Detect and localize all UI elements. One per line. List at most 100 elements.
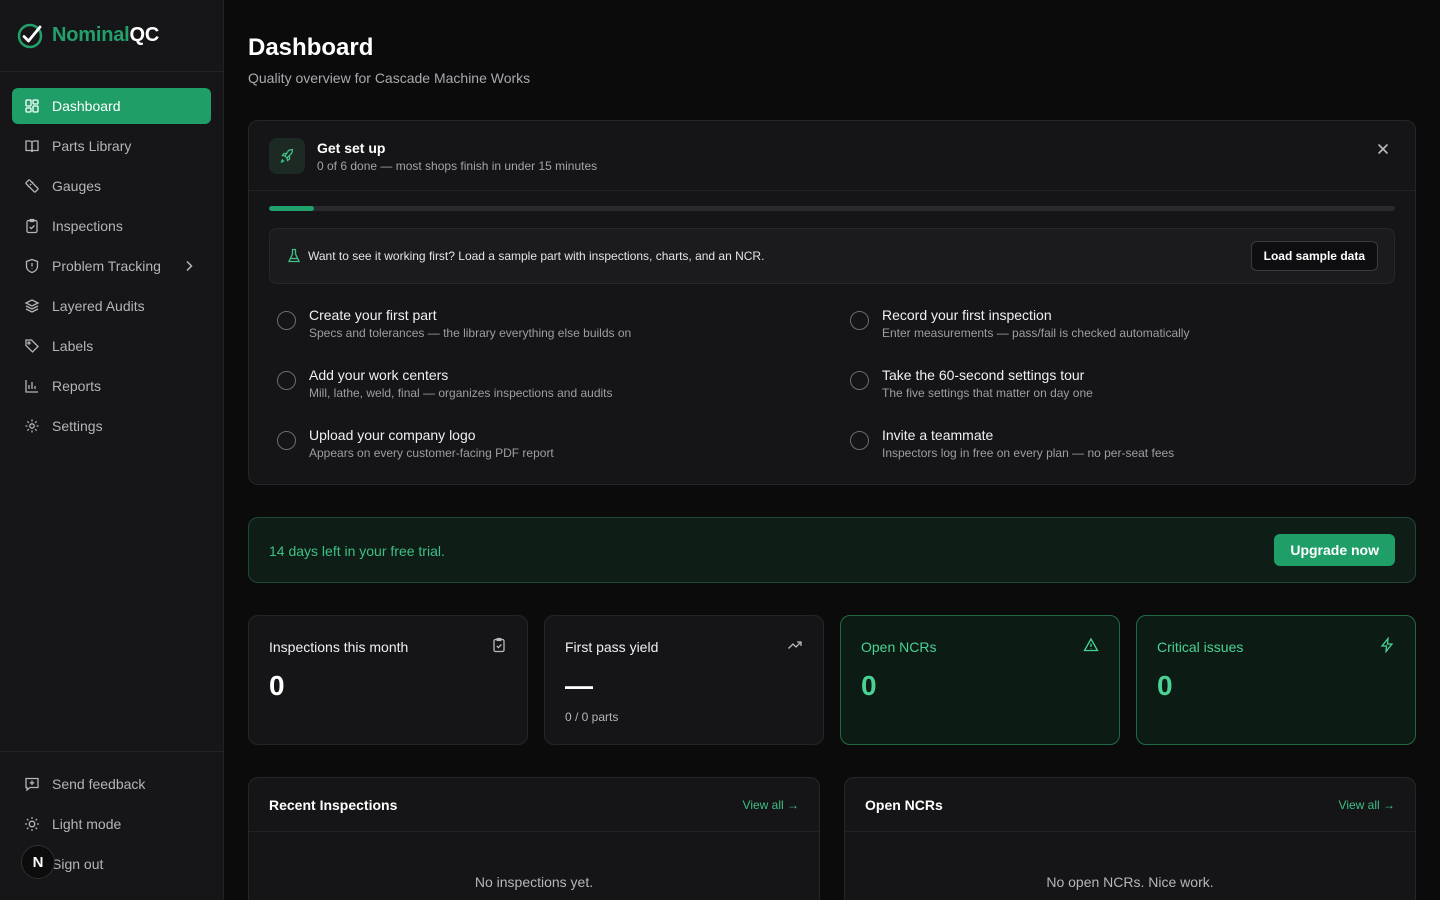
stat-note: 0 / 0 parts bbox=[565, 710, 619, 724]
flask-icon bbox=[286, 248, 302, 264]
task-subtitle: Specs and tolerances — the library every… bbox=[309, 326, 632, 340]
sidebar-item-light-mode[interactable]: Light mode bbox=[12, 806, 211, 842]
sidebar-item-problem-tracking[interactable]: Problem Tracking bbox=[12, 248, 211, 284]
sidebar-item-label: Light mode bbox=[52, 816, 122, 832]
sidebar-item-label: Inspections bbox=[52, 218, 123, 234]
view-all-link[interactable]: View all → bbox=[743, 798, 799, 812]
panel-header: Open NCRs View all → bbox=[845, 778, 1415, 832]
panel-title: Open NCRs bbox=[865, 797, 943, 813]
book-icon bbox=[24, 138, 40, 154]
panel-title: Recent Inspections bbox=[269, 797, 398, 813]
sidebar-item-label: Labels bbox=[52, 338, 94, 354]
brand-name-part-a: Nominal bbox=[52, 24, 130, 46]
clipboard-check-icon bbox=[24, 218, 40, 234]
empty-state-text: No inspections yet. bbox=[474, 874, 594, 890]
sample-data-banner: Want to see it working first? Load a sam… bbox=[269, 228, 1395, 284]
task-invite-teammate[interactable]: Invite a teammate Inspectors log in free… bbox=[846, 427, 1366, 467]
sidebar-item-settings[interactable]: Settings bbox=[12, 408, 211, 444]
sidebar-item-layered-audits[interactable]: Layered Audits bbox=[12, 288, 211, 324]
sidebar-item-label: Dashboard bbox=[52, 98, 121, 114]
sun-icon bbox=[24, 816, 40, 832]
task-subtitle: The five settings that matter on day one bbox=[882, 386, 1093, 400]
sample-data-text: Want to see it working first? Load a sam… bbox=[308, 249, 765, 263]
trial-banner: 14 days left in your free trial. Upgrade… bbox=[248, 517, 1416, 583]
sidebar-item-label: Gauges bbox=[52, 178, 102, 194]
warning-triangle-icon bbox=[1083, 637, 1099, 653]
clipboard-check-icon bbox=[491, 637, 507, 653]
brand[interactable]: NominalQC bbox=[0, 0, 223, 72]
sidebar-item-send-feedback[interactable]: Send feedback bbox=[12, 766, 211, 802]
task-title: Upload your company logo bbox=[309, 427, 476, 443]
trial-text: 14 days left in your free trial. bbox=[269, 543, 445, 559]
sidebar-item-label: Sign out bbox=[52, 856, 104, 872]
open-ncrs-panel: Open NCRs View all → No open NCRs. Nice … bbox=[844, 777, 1416, 900]
sidebar-item-label: Parts Library bbox=[52, 138, 132, 154]
stat-label: Open NCRs bbox=[861, 639, 937, 655]
setup-card: Get set up 0 of 6 done — most shops fini… bbox=[248, 120, 1416, 485]
sidebar-item-label: Reports bbox=[52, 378, 102, 394]
task-title: Invite a teammate bbox=[882, 427, 994, 443]
task-settings-tour[interactable]: Take the 60-second settings tour The fiv… bbox=[846, 367, 1366, 407]
task-checkbox[interactable] bbox=[850, 311, 869, 330]
close-icon[interactable] bbox=[1375, 141, 1391, 157]
task-title: Add your work centers bbox=[309, 367, 449, 383]
sidebar-item-reports[interactable]: Reports bbox=[12, 368, 211, 404]
lightning-icon bbox=[1379, 636, 1395, 654]
trending-up-icon bbox=[787, 637, 803, 653]
setup-progress-bar bbox=[269, 206, 1395, 211]
task-checkbox[interactable] bbox=[277, 311, 296, 330]
page-subtitle: Quality overview for Cascade Machine Wor… bbox=[248, 70, 531, 86]
tag-icon bbox=[24, 338, 40, 354]
task-subtitle: Appears on every customer-facing PDF rep… bbox=[309, 446, 554, 460]
sidebar-item-label: Layered Audits bbox=[52, 298, 145, 314]
task-title: Create your first part bbox=[309, 307, 437, 323]
task-create-first-part[interactable]: Create your first part Specs and toleran… bbox=[273, 307, 793, 347]
bar-chart-icon bbox=[24, 378, 40, 394]
upgrade-now-button[interactable]: Upgrade now bbox=[1274, 534, 1395, 566]
stat-label: Inspections this month bbox=[269, 639, 409, 655]
empty-state-text: No open NCRs. Nice work. bbox=[1046, 874, 1214, 890]
task-checkbox[interactable] bbox=[850, 431, 869, 450]
view-all-link[interactable]: View all → bbox=[1339, 798, 1395, 812]
stat-card-open-ncrs: Open NCRs 0 bbox=[840, 615, 1120, 745]
task-upload-logo[interactable]: Upload your company logo Appears on ever… bbox=[273, 427, 793, 467]
task-subtitle: Mill, lathe, weld, final — organizes ins… bbox=[309, 386, 613, 400]
sidebar-nav: Dashboard Parts Library Gauges Inspectio… bbox=[12, 88, 211, 448]
chevron-right-icon[interactable] bbox=[181, 258, 197, 274]
ruler-icon bbox=[24, 178, 40, 194]
task-checkbox[interactable] bbox=[850, 371, 869, 390]
brand-name: NominalQC bbox=[52, 24, 159, 47]
task-record-first-inspection[interactable]: Record your first inspection Enter measu… bbox=[846, 307, 1366, 347]
shield-icon bbox=[24, 258, 40, 274]
avatar[interactable]: N bbox=[21, 845, 55, 879]
page-title: Dashboard bbox=[248, 34, 374, 61]
dashboard-grid-icon bbox=[24, 98, 40, 114]
task-add-work-centers[interactable]: Add your work centers Mill, lathe, weld,… bbox=[273, 367, 793, 407]
sidebar-item-parts-library[interactable]: Parts Library bbox=[12, 128, 211, 164]
stat-card-critical-issues: Critical issues 0 bbox=[1136, 615, 1416, 745]
sidebar-item-inspections[interactable]: Inspections bbox=[12, 208, 211, 244]
brand-name-part-b: QC bbox=[129, 24, 160, 46]
stat-value: — bbox=[565, 670, 593, 701]
task-subtitle: Inspectors log in free on every plan — n… bbox=[882, 446, 1175, 460]
stat-card-inspections-month: Inspections this month 0 bbox=[248, 615, 528, 745]
setup-title: Get set up bbox=[317, 140, 386, 156]
setup-subtitle: 0 of 6 done — most shops finish in under… bbox=[317, 159, 598, 173]
panel-header: Recent Inspections View all → bbox=[249, 778, 819, 832]
sidebar-item-labels[interactable]: Labels bbox=[12, 328, 211, 364]
check-circle-logo-icon bbox=[17, 23, 43, 48]
setup-progress-fill bbox=[269, 206, 315, 211]
message-plus-icon bbox=[24, 776, 40, 792]
stat-label: First pass yield bbox=[565, 639, 659, 655]
sidebar-item-gauges[interactable]: Gauges bbox=[12, 168, 211, 204]
task-checkbox[interactable] bbox=[277, 431, 296, 450]
stat-value: 0 bbox=[269, 670, 285, 701]
task-checkbox[interactable] bbox=[277, 371, 296, 390]
stat-value: 0 bbox=[1157, 670, 1173, 701]
setup-header: Get set up 0 of 6 done — most shops fini… bbox=[249, 121, 1415, 191]
sidebar: NominalQC Dashboard Parts Library Gauges… bbox=[0, 0, 224, 900]
stat-label: Critical issues bbox=[1157, 639, 1244, 655]
sidebar-item-dashboard[interactable]: Dashboard bbox=[12, 88, 211, 124]
load-sample-data-button[interactable]: Load sample data bbox=[1250, 241, 1378, 271]
layers-icon bbox=[24, 298, 40, 314]
